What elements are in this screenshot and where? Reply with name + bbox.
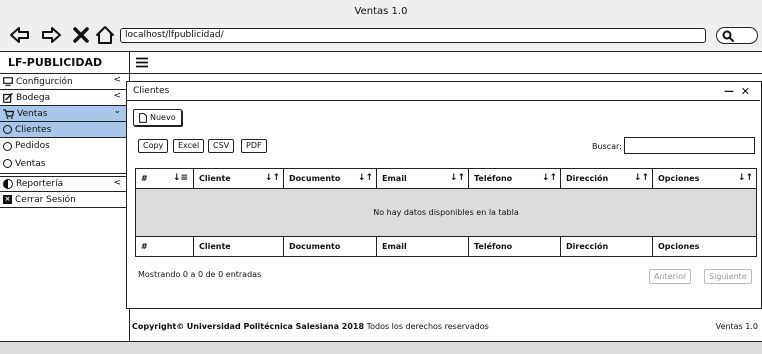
- back-arrow-icon[interactable]: [9, 25, 31, 45]
- sort-icon: ↓↑: [541, 173, 557, 183]
- copy-button[interactable]: Copy: [138, 139, 169, 153]
- sort-icon: ↓↑: [633, 173, 649, 183]
- previous-page-button[interactable]: Anterior: [649, 269, 692, 284]
- column-header-telefono[interactable]: Teléfono ↓↑: [468, 168, 561, 189]
- sort-icon: ↓↑: [449, 173, 465, 183]
- search-input[interactable]: [624, 137, 755, 154]
- chevron-left-icon: <: [113, 75, 121, 85]
- sidebar-item-label: Cerrar Sesión: [15, 194, 76, 205]
- forward-arrow-icon[interactable]: [40, 25, 62, 45]
- rights-text: Todos los derechos reservados: [366, 322, 489, 331]
- sort-icon: ↓↑: [357, 173, 373, 183]
- sidebar-item-bodega[interactable]: Bodega <: [0, 90, 129, 106]
- column-header-email[interactable]: Email ↓↑: [376, 168, 469, 189]
- institution-name: Universidad Politécnica Salesiana 2018: [186, 322, 365, 331]
- pdf-button[interactable]: PDF: [241, 139, 267, 153]
- hamburger-menu-icon[interactable]: [136, 57, 148, 68]
- footer-column-email: Email: [376, 236, 469, 257]
- minimize-icon[interactable]: —: [724, 86, 734, 97]
- circle-icon: [3, 141, 12, 151]
- sidebar-item-reporteria[interactable]: Reportería <: [0, 176, 129, 192]
- sidebar-item-label: Bodega: [16, 92, 51, 103]
- stop-icon[interactable]: [70, 25, 92, 45]
- clientes-table: # ↓≡ Cliente ↓↑ Documento ↓↑ Email ↓↑ Te…: [135, 168, 757, 257]
- sidebar-item-label: Ventas: [17, 108, 48, 119]
- table-header-row: # ↓≡ Cliente ↓↑ Documento ↓↑ Email ↓↑ Te…: [135, 168, 757, 189]
- search-label: Buscar:: [592, 142, 622, 151]
- sidebar-item-configuracion[interactable]: Configurción <: [0, 74, 129, 90]
- cart-icon: [3, 108, 14, 119]
- copyright-symbol-icon: ©: [176, 322, 185, 331]
- panel-header: Clientes — ✕: [127, 82, 760, 101]
- sidebar: Configurción < Bodega < Ventas ⌄ Cliente…: [0, 74, 130, 344]
- url-bar[interactable]: localhost/lfpublicidad/: [120, 28, 706, 43]
- edit-icon: [3, 92, 13, 103]
- chevron-down-icon: ⌄: [113, 106, 121, 116]
- footer-column-number: #: [135, 236, 194, 257]
- panel-title: Clientes: [133, 86, 170, 96]
- window-title: Ventas 1.0: [354, 6, 408, 17]
- sidebar-subitem-label: Ventas: [15, 158, 46, 169]
- sidebar-item-label: Reportería: [16, 179, 64, 189]
- document-icon: [139, 112, 147, 123]
- csv-button[interactable]: CSV: [208, 139, 235, 153]
- sidebar-subitem-ventas[interactable]: Ventas: [0, 154, 129, 174]
- close-square-icon: ×: [3, 195, 12, 204]
- status-bar: [0, 341, 762, 354]
- new-button[interactable]: Nuevo: [133, 109, 182, 126]
- column-header-documento[interactable]: Documento ↓↑: [283, 168, 377, 189]
- browser-chrome: Ventas 1.0 localhost/lfpublicidad/: [0, 0, 762, 52]
- next-page-button[interactable]: Siguiente: [704, 269, 752, 284]
- column-header-opciones[interactable]: Opciones ↓↑: [652, 168, 757, 189]
- copyright-label: Copyright: [132, 322, 177, 331]
- version-text: Ventas 1.0: [715, 322, 758, 331]
- footer-column-telefono: Teléfono: [468, 236, 561, 257]
- half-circle-icon: [3, 179, 13, 189]
- browser-search[interactable]: [716, 27, 758, 44]
- footer-column-documento: Documento: [283, 236, 377, 257]
- column-header-number[interactable]: # ↓≡: [135, 168, 194, 189]
- footer-column-direccion: Dirección: [560, 236, 653, 257]
- home-icon[interactable]: [94, 25, 116, 45]
- column-header-direccion[interactable]: Dirección ↓↑: [560, 168, 653, 189]
- table-footer-row: # Cliente Documento Email Teléfono Direc…: [135, 236, 757, 257]
- chevron-left-icon: <: [113, 178, 121, 188]
- sidebar-subitem-label: Clientes: [15, 124, 52, 135]
- excel-button[interactable]: Excel: [173, 139, 205, 153]
- footer: Copyright© Universidad Politécnica Sales…: [126, 311, 762, 344]
- circle-icon: [3, 159, 12, 168]
- copyright-text: Copyright© Universidad Politécnica Sales…: [132, 322, 489, 331]
- table-empty-row: No hay datos disponibles en la tabla: [135, 188, 757, 237]
- app-header: LF-PUBLICIDAD: [0, 52, 762, 74]
- sort-icon: ↓↑: [264, 173, 280, 183]
- circle-icon: [3, 125, 12, 134]
- table-info: Mostrando 0 a 0 de 0 entradas: [138, 270, 262, 279]
- new-button-label: Nuevo: [150, 112, 176, 122]
- sort-icon: ↓↑: [737, 173, 753, 183]
- brand-logo-text: LF-PUBLICIDAD: [0, 52, 130, 74]
- url-text: localhost/lfpublicidad/: [125, 30, 224, 40]
- footer-column-cliente: Cliente: [193, 236, 284, 257]
- sidebar-item-label: Configurción: [16, 76, 73, 87]
- sort-numeric-icon: ↓≡: [172, 173, 188, 183]
- sidebar-item-cerrar-sesion[interactable]: × Cerrar Sesión: [0, 192, 129, 208]
- monitor-icon: [3, 77, 13, 86]
- sidebar-subitem-label: Pedidos: [15, 141, 50, 151]
- sidebar-subitem-pedidos[interactable]: Pedidos: [0, 138, 129, 154]
- footer-column-opciones: Opciones: [652, 236, 757, 257]
- sidebar-item-ventas[interactable]: Ventas ⌄: [0, 106, 129, 122]
- clientes-panel: Clientes — ✕ Nuevo Copy Excel CSV PDF Bu…: [126, 81, 762, 309]
- search-icon: [722, 30, 734, 42]
- column-header-cliente[interactable]: Cliente ↓↑: [193, 168, 284, 189]
- empty-message: No hay datos disponibles en la tabla: [135, 188, 757, 237]
- sidebar-subitem-clientes[interactable]: Clientes: [0, 122, 129, 138]
- close-icon[interactable]: ✕: [741, 85, 750, 98]
- chevron-left-icon: <: [113, 91, 121, 101]
